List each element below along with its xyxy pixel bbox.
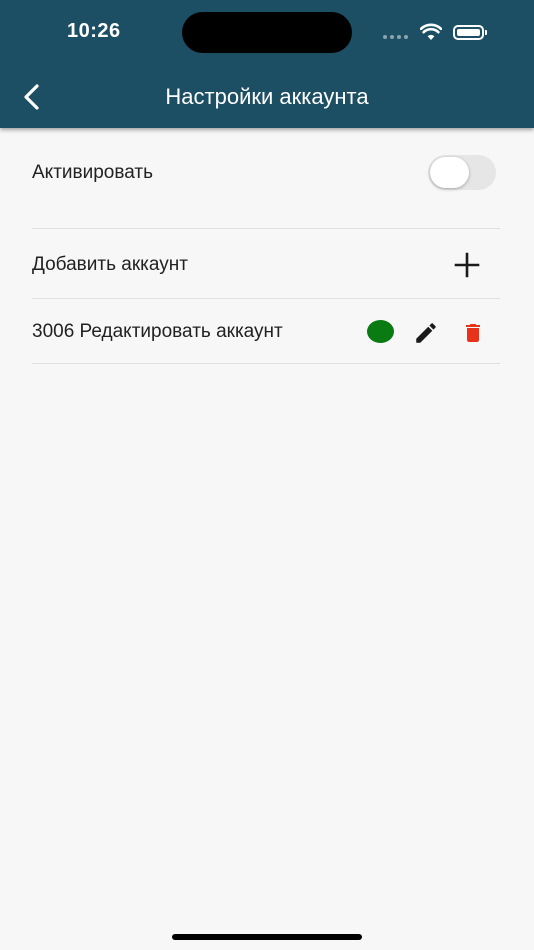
page-title: Настройки аккаунта bbox=[165, 84, 369, 109]
activate-label: Активировать bbox=[32, 162, 153, 183]
battery-icon bbox=[453, 25, 487, 40]
plus-icon bbox=[454, 252, 480, 278]
delete-account-button[interactable] bbox=[457, 317, 489, 349]
status-indicator-dot bbox=[367, 320, 394, 343]
app-header: 10:26 Настройки аккаунта bbox=[0, 0, 534, 128]
account-row[interactable]: 3006 Редактировать аккаунт bbox=[32, 314, 500, 350]
wifi-icon bbox=[419, 23, 443, 46]
activate-row: Активировать bbox=[32, 155, 500, 191]
add-account-row[interactable]: Добавить аккаунт bbox=[32, 248, 500, 282]
trash-icon bbox=[466, 324, 480, 342]
home-indicator bbox=[172, 934, 362, 940]
dynamic-island bbox=[182, 12, 352, 53]
divider bbox=[32, 298, 500, 299]
toggle-knob bbox=[430, 157, 469, 188]
divider bbox=[32, 363, 500, 364]
signal-icon bbox=[383, 35, 411, 53]
divider bbox=[32, 228, 500, 229]
add-account-label: Добавить аккаунт bbox=[32, 254, 188, 275]
status-time: 10:26 bbox=[67, 20, 121, 42]
activate-toggle[interactable] bbox=[428, 155, 496, 190]
account-label: 3006 Редактировать аккаунт bbox=[32, 321, 283, 342]
add-account-button[interactable] bbox=[452, 250, 482, 280]
pencil-icon bbox=[416, 323, 436, 343]
edit-account-button[interactable] bbox=[410, 317, 442, 349]
